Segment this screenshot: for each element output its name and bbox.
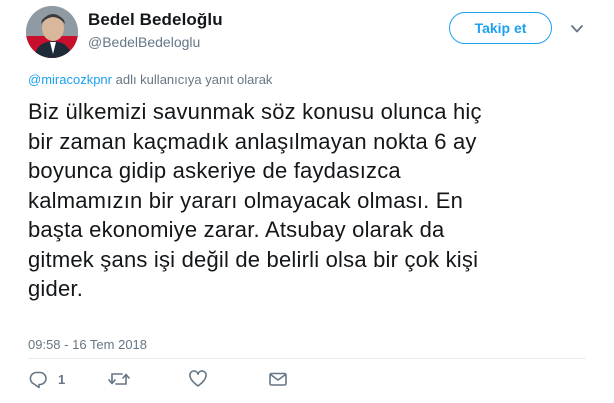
reply-icon bbox=[29, 371, 47, 389]
envelope-icon bbox=[269, 372, 287, 386]
tweet-card: Bedel Bedeloğlu @BedelBedeloglu Takip et… bbox=[0, 0, 614, 403]
user-handle[interactable]: @BedelBedeloglu bbox=[88, 34, 200, 50]
reply-context-text: adlı kullanıcıya yanıt olarak bbox=[112, 72, 273, 87]
tweet-text-line: Biz ülkemizi savunmak söz konusu olunca … bbox=[28, 99, 482, 124]
tweet-text-line: boyunca gidip askeriye de faydasızca bbox=[28, 158, 401, 183]
avatar[interactable] bbox=[26, 6, 78, 58]
direct-message-button[interactable] bbox=[268, 368, 288, 390]
tweet-text-line: gitmek şans işi değil de belirli olsa bi… bbox=[28, 246, 479, 272]
reply-button[interactable]: 1 bbox=[28, 368, 65, 390]
retweet-icon bbox=[108, 373, 130, 385]
reply-mention-link[interactable]: @mirac​ozkpnr bbox=[28, 72, 112, 87]
retweet-button[interactable] bbox=[108, 368, 140, 390]
tweet-text-line: gider. bbox=[28, 276, 84, 301]
reply-count: 1 bbox=[58, 371, 66, 387]
follow-button[interactable]: Takip et bbox=[449, 12, 552, 44]
heart-icon bbox=[189, 370, 207, 387]
tweet-timestamp[interactable]: 09:58 - 16 Tem 2018 bbox=[28, 337, 147, 352]
chevron-down-icon bbox=[571, 25, 583, 33]
avatar-image bbox=[26, 6, 78, 58]
user-display-name[interactable]: Bedel Bedeloğlu bbox=[88, 10, 223, 30]
tweet-text-line: başta ekonomiye zarar. Atsubay olarak da bbox=[28, 217, 445, 242]
tweet-text-line: bir zaman kaçmadık anlaşılmayan nokta 6 … bbox=[28, 128, 477, 154]
like-button[interactable] bbox=[188, 368, 218, 390]
tweet-text: Biz ülkemizi savunmak söz konusu olunca … bbox=[28, 97, 588, 304]
tweet-text-line: kalmamızın bir yararı olmayacak olması. … bbox=[28, 187, 464, 213]
more-options-button[interactable] bbox=[570, 22, 584, 36]
divider bbox=[28, 358, 586, 359]
reply-context: @mirac​ozkpnr adlı kullanıcıya yanıt ola… bbox=[28, 72, 272, 87]
